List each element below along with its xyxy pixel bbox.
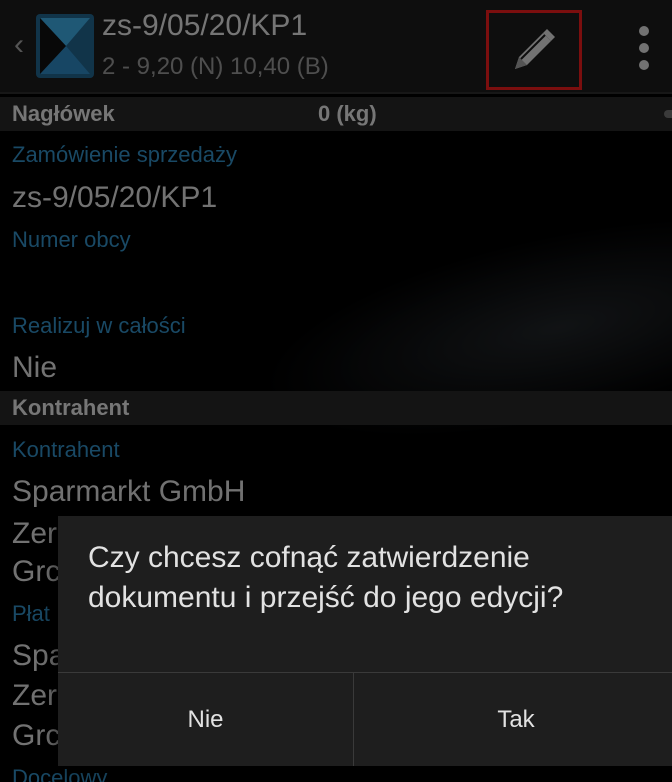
confirm-dialog: Czy chcesz cofnąć zatwierdzenie dokument… [58, 516, 672, 766]
no-button[interactable]: Nie [58, 673, 353, 766]
screen: ‹ zs-9/05/20/KP1 2 - 9,20 (N) 10,40 (B) … [0, 0, 672, 782]
dialog-message: Czy chcesz cofnąć zatwierdzenie dokument… [88, 541, 564, 614]
yes-button[interactable]: Tak [354, 673, 672, 766]
